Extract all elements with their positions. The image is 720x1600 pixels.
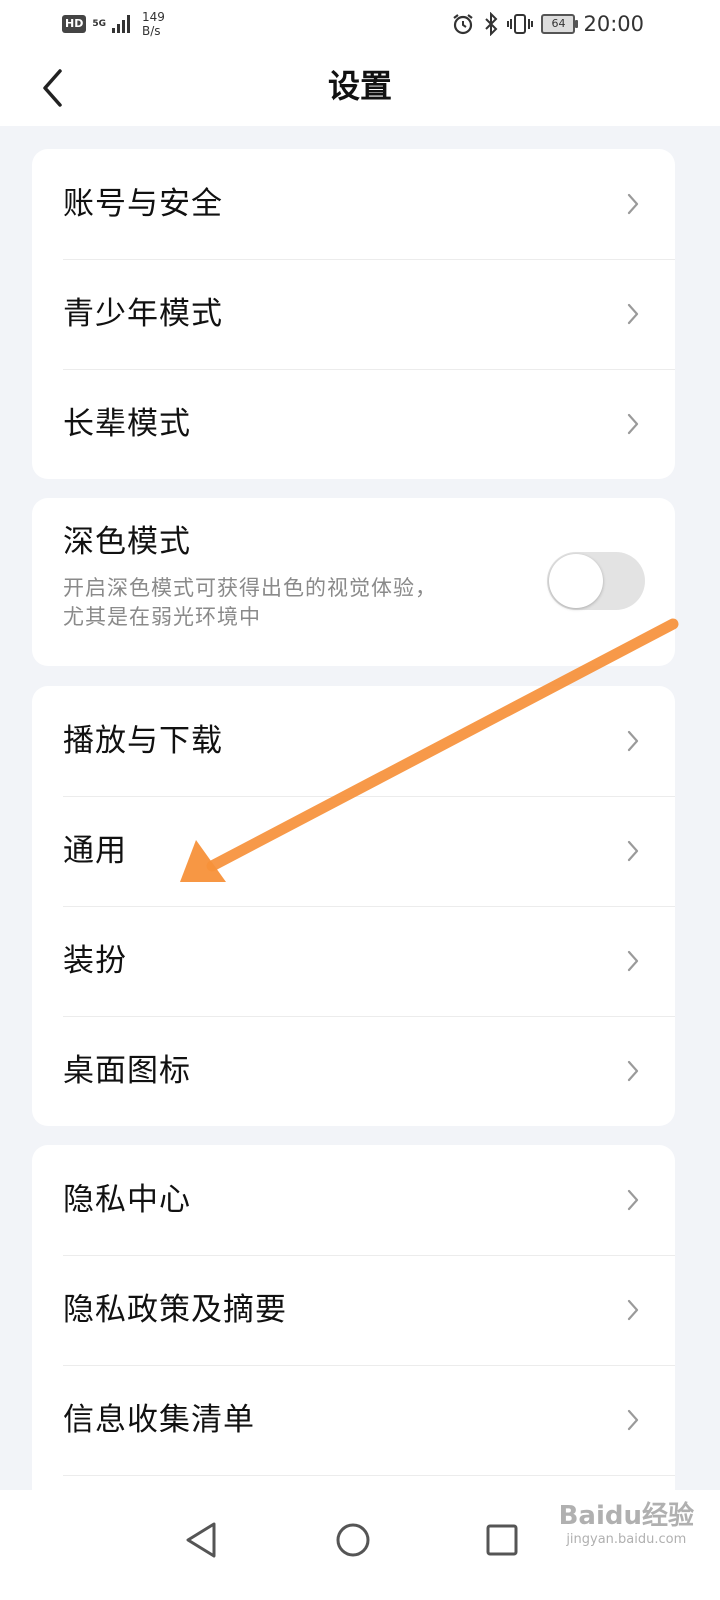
triangle-back-icon: [186, 1522, 216, 1558]
status-bar: HD 5G 149 B/s 64 20:00: [0, 0, 720, 52]
settings-item-label: 账号与安全: [63, 186, 223, 222]
square-recents-icon: [486, 1524, 518, 1556]
dark-mode-description: 开启深色模式可获得出色的视觉体验， 尤其是在弱光环境中: [63, 574, 513, 632]
circle-home-icon: [336, 1523, 370, 1557]
chevron-right-icon: [627, 950, 639, 972]
dark-mode-description-line1: 开启深色模式可获得出色的视觉体验，: [63, 576, 437, 600]
settings-item-label: 长辈模式: [63, 406, 191, 442]
nav-recents-button[interactable]: [472, 1510, 532, 1570]
chevron-right-icon: [627, 1409, 639, 1431]
chevron-right-icon: [627, 840, 639, 862]
settings-item-dressup[interactable]: 装扮: [32, 906, 675, 1016]
settings-item-label: 桌面图标: [63, 1053, 191, 1089]
nav-home-button[interactable]: [323, 1510, 383, 1570]
chevron-right-icon: [627, 1060, 639, 1082]
speed-unit: B/s: [142, 24, 161, 38]
settings-item-desktop-icon[interactable]: 桌面图标: [32, 1016, 675, 1126]
settings-item-label: 隐私中心: [63, 1182, 191, 1218]
dark-mode-title: 深色模式: [63, 524, 191, 560]
chevron-right-icon: [627, 303, 639, 325]
alarm-icon: [453, 14, 474, 35]
privacy-card: 隐私中心 隐私政策及摘要 信息收集清单: [32, 1145, 675, 1505]
settings-item-privacy-center[interactable]: 隐私中心: [32, 1145, 675, 1255]
status-left: HD 5G 149 B/s: [62, 10, 165, 38]
settings-item-playback-download[interactable]: 播放与下载: [32, 686, 675, 796]
settings-item-teen-mode[interactable]: 青少年模式: [32, 259, 675, 369]
settings-item-label: 通用: [63, 833, 127, 869]
chevron-right-icon: [627, 1189, 639, 1211]
toggle-knob: [549, 554, 603, 608]
general-card: 播放与下载 通用 装扮 桌面图标: [32, 686, 675, 1126]
settings-item-elder-mode[interactable]: 长辈模式: [32, 369, 675, 479]
vibrate-icon: [507, 14, 534, 34]
dark-mode-card: 深色模式 开启深色模式可获得出色的视觉体验， 尤其是在弱光环境中: [32, 498, 675, 666]
battery-icon: 64: [541, 14, 579, 34]
baidu-watermark: Baidu经验 jingyan.baidu.com: [559, 1500, 694, 1548]
bluetooth-icon: [485, 12, 498, 36]
chevron-right-icon: [627, 1299, 639, 1321]
settings-item-label: 信息收集清单: [63, 1402, 255, 1438]
hd-badge: HD: [62, 15, 87, 33]
chevron-right-icon: [627, 193, 639, 215]
signal-icon: [112, 15, 130, 33]
settings-item-info-collection[interactable]: 信息收集清单: [32, 1365, 675, 1475]
header-bar: 设置: [0, 52, 720, 126]
settings-item-privacy-policy[interactable]: 隐私政策及摘要: [32, 1255, 675, 1365]
settings-item-label: 青少年模式: [63, 296, 223, 332]
page-title: 设置: [327, 67, 392, 105]
chevron-right-icon: [627, 413, 639, 435]
settings-item-label: 播放与下载: [63, 723, 223, 759]
settings-item-label: 装扮: [63, 943, 127, 979]
network-speed: 149 B/s: [142, 10, 165, 38]
chevron-right-icon: [627, 730, 639, 752]
watermark-sub: jingyan.baidu.com: [566, 1532, 687, 1547]
network-type: 5G: [92, 19, 106, 29]
settings-item-label: 隐私政策及摘要: [63, 1292, 287, 1328]
watermark-main: Baidu经验: [558, 1501, 694, 1531]
speed-value: 149: [142, 10, 165, 24]
dark-mode-toggle[interactable]: [547, 552, 645, 610]
nav-back-button[interactable]: [172, 1510, 232, 1570]
settings-item-account-security[interactable]: 账号与安全: [32, 149, 675, 259]
clock: 20:00: [583, 12, 644, 36]
account-card: 账号与安全 青少年模式 长辈模式: [32, 149, 675, 479]
dark-mode-description-line2: 尤其是在弱光环境中: [63, 605, 261, 629]
status-right: 64 20:00: [451, 12, 644, 36]
settings-item-general[interactable]: 通用: [32, 796, 675, 906]
